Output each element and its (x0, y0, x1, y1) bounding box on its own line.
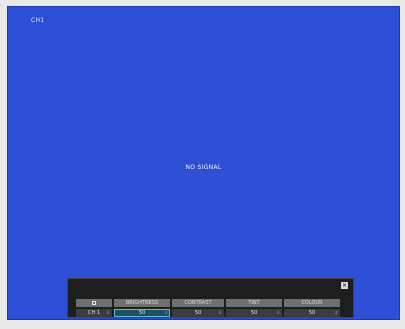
channel-select[interactable]: CH 1 ⇕ (76, 309, 112, 317)
contrast-header: CONTRAST (172, 299, 224, 307)
tint-value: 50 (250, 310, 258, 316)
tint-stepper[interactable]: 50 ⇕ (226, 309, 282, 317)
spinner-icon[interactable]: ⇕ (165, 309, 168, 317)
colour-stepper[interactable]: 50 ⇕ (284, 309, 340, 317)
spinner-icon[interactable]: ⇕ (335, 309, 338, 317)
colour-value: 50 (308, 310, 316, 316)
brightness-header: BRIGHTNESS (114, 299, 170, 307)
video-display: CH1 NO SIGNAL × BRIGHTNESS CONTRAST TINT… (7, 6, 400, 320)
brightness-value: 50 (138, 310, 146, 316)
channel-label: CH1 (31, 17, 45, 24)
spinner-icon[interactable]: ⇕ (107, 309, 110, 317)
channel-select-value: CH 1 (87, 310, 101, 316)
panel-header-row: BRIGHTNESS CONTRAST TINT COLOUR (76, 299, 340, 307)
tint-header: TINT (226, 299, 282, 307)
image-adjust-panel: × BRIGHTNESS CONTRAST TINT COLOUR CH 1 ⇕… (67, 278, 354, 318)
panel-values-row: CH 1 ⇕ 50 ⇕ 50 ⇕ 50 ⇕ 50 ⇕ (76, 309, 340, 317)
close-button[interactable]: × (341, 282, 348, 289)
no-signal-text: NO SIGNAL (185, 164, 222, 171)
spinner-icon[interactable]: ⇕ (219, 309, 222, 317)
spinner-icon[interactable]: ⇕ (277, 309, 280, 317)
colour-header: COLOUR (284, 299, 340, 307)
brightness-stepper[interactable]: 50 ⇕ (114, 309, 170, 317)
contrast-stepper[interactable]: 50 ⇕ (172, 309, 224, 317)
square-icon (92, 301, 96, 305)
contrast-value: 50 (194, 310, 202, 316)
header-icon-cell (76, 299, 112, 307)
